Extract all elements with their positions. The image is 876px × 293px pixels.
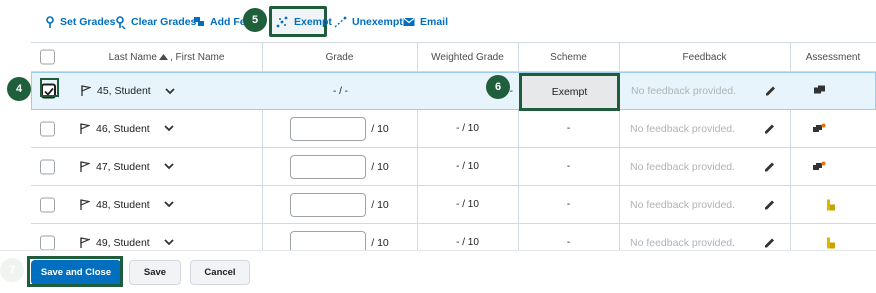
chevron-down-icon[interactable] (165, 87, 175, 95)
scheme-value: - (566, 123, 571, 134)
assessment-rubric-icon[interactable] (826, 237, 836, 248)
table-row: 45, Student - / - - / - Exempt No feedba… (31, 72, 876, 111)
grade-input[interactable] (290, 116, 367, 141)
email-icon (403, 18, 415, 26)
toolbar: Set Grades Clear Grades Add Feed Exempt … (0, 0, 876, 42)
callout-4: 4 (7, 77, 31, 101)
save-and-close-highlight (27, 256, 123, 287)
edit-feedback-icon[interactable] (764, 161, 775, 172)
last-name-label: Last Name (108, 51, 157, 63)
student-name: 49, Student (96, 236, 150, 249)
assessment-pending-icon[interactable] (813, 123, 826, 135)
grade-input[interactable] (290, 154, 367, 179)
weighted-grade-value: - / 10 (456, 199, 479, 210)
row-checkbox[interactable] (40, 121, 55, 136)
edit-feedback-icon[interactable] (764, 237, 775, 248)
weighted-grade-header: Weighted Grade (431, 51, 504, 63)
checkbox-highlight (40, 78, 59, 97)
feedback-text: No feedback provided. (630, 198, 736, 211)
sort-ascending-icon (158, 54, 168, 60)
callout-5: 5 (243, 8, 267, 32)
pin-icon (46, 15, 54, 28)
add-feedback-icon (194, 17, 204, 26)
cancel-button[interactable]: Cancel (190, 260, 250, 285)
weighted-grade-value: - / 10 (456, 123, 479, 134)
student-name: 48, Student (96, 198, 150, 211)
email-button[interactable]: Email (403, 13, 448, 31)
assessment-rubric-icon[interactable] (826, 199, 836, 210)
flag-icon (80, 198, 90, 210)
grade-suffix: / 10 (371, 236, 389, 249)
chevron-down-icon[interactable] (164, 125, 174, 132)
flag-icon (80, 160, 90, 172)
grade-header: Grade (325, 51, 354, 63)
unexempt-button[interactable]: Unexempt (334, 13, 403, 31)
grade-suffix: / 10 (371, 122, 389, 135)
grade-value: - / - (333, 85, 348, 97)
first-name-label: , First Name (169, 51, 225, 63)
grade-input[interactable] (290, 192, 367, 217)
exempt-icon (276, 16, 288, 28)
assessment-icon[interactable] (814, 85, 826, 97)
row-checkbox[interactable] (40, 235, 55, 250)
table-row: 46, Student / 10 - / 10 - No feedback pr… (31, 110, 876, 148)
scheme-exempt-value: Exempt (519, 73, 620, 111)
feedback-text: No feedback provided. (630, 122, 736, 135)
name-header[interactable]: Last Name , First Name (71, 43, 262, 71)
table-row: 48, Student / 10 - / 10 - No feedback pr… (31, 186, 876, 224)
flag-icon (81, 85, 91, 96)
select-all-checkbox[interactable] (40, 49, 55, 65)
chevron-down-icon[interactable] (164, 163, 174, 170)
callout-6: 6 (486, 75, 510, 99)
feedback-text: No feedback provided. (631, 85, 737, 97)
clear-pin-icon (116, 15, 126, 29)
set-grades-label: Set Grades (60, 16, 116, 28)
assessment-pending-icon[interactable] (813, 161, 826, 173)
clear-grades-button[interactable]: Clear Grades (115, 13, 196, 31)
unexempt-icon (334, 16, 347, 28)
scheme-header: Scheme (550, 51, 587, 63)
table-header: Last Name , First Name Grade Weighted Gr… (31, 43, 876, 72)
row-checkbox[interactable] (40, 159, 55, 174)
exempt-label: Exempt (294, 16, 332, 28)
scheme-value: - (566, 161, 571, 172)
edit-feedback-icon[interactable] (764, 123, 775, 134)
weighted-grade-value: - / 10 (456, 161, 479, 172)
chevron-down-icon[interactable] (164, 201, 174, 208)
flag-icon (80, 122, 90, 134)
assessment-header: Assessment (805, 51, 861, 63)
flag-icon (80, 236, 90, 248)
chevron-down-icon[interactable] (164, 239, 174, 246)
grade-suffix: / 10 (371, 198, 389, 211)
student-name: 45, Student (97, 85, 151, 97)
unexempt-label: Unexempt (352, 16, 403, 28)
email-label: Email (420, 16, 449, 28)
clear-grades-label: Clear Grades (131, 16, 197, 28)
row-checkbox[interactable] (40, 197, 55, 212)
student-name: 46, Student (96, 122, 150, 135)
set-grades-button[interactable]: Set Grades (45, 13, 115, 31)
grade-suffix: / 10 (371, 160, 389, 173)
save-button[interactable]: Save (129, 260, 181, 285)
feedback-text: No feedback provided. (630, 160, 736, 173)
feedback-header: Feedback (682, 51, 727, 63)
table-row: 47, Student / 10 - / 10 - No feedback pr… (31, 148, 876, 186)
edit-feedback-icon[interactable] (765, 86, 776, 97)
student-name: 47, Student (96, 160, 150, 173)
grades-table: Last Name , First Name Grade Weighted Gr… (31, 42, 876, 262)
footer-bar: Save and Close Save Cancel (0, 250, 876, 293)
scheme-value: - (566, 199, 571, 210)
edit-feedback-icon[interactable] (764, 199, 775, 210)
exempt-button[interactable]: Exempt (276, 13, 332, 31)
